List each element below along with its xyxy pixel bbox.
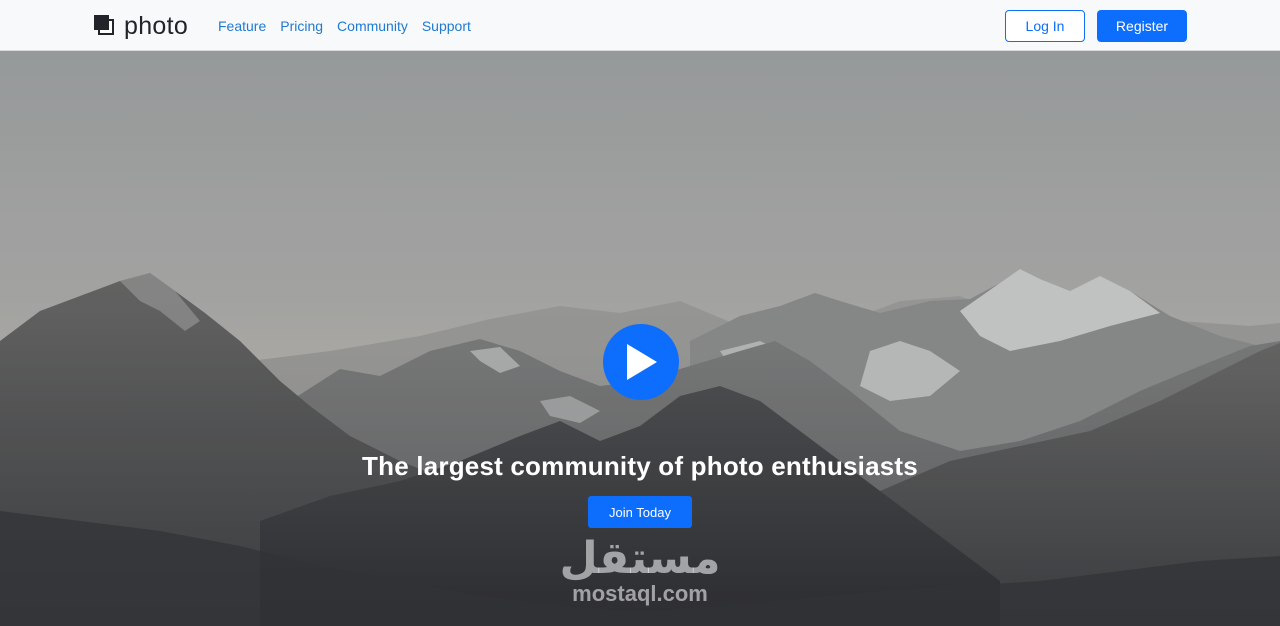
navbar: photo Feature Pricing Community Support … <box>0 0 1280 51</box>
watermark-latin: mostaql.com <box>572 581 708 606</box>
nav-link-community[interactable]: Community <box>337 18 408 34</box>
nav-link-support[interactable]: Support <box>422 18 471 34</box>
watermark: مستقل mostaql.com <box>540 536 740 606</box>
play-video-button[interactable] <box>603 324 679 400</box>
register-button[interactable]: Register <box>1097 10 1187 42</box>
nav-link-pricing[interactable]: Pricing <box>280 18 323 34</box>
hero-section: The largest community of photo enthusias… <box>0 51 1280 626</box>
join-today-button[interactable]: Join Today <box>588 496 692 528</box>
hero-title: The largest community of photo enthusias… <box>362 451 918 481</box>
watermark-arabic: مستقل <box>559 533 721 584</box>
brand-name: photo <box>124 12 189 40</box>
login-button[interactable]: Log In <box>1005 10 1085 42</box>
nav-links: Feature Pricing Community Support <box>218 18 471 34</box>
brand-logo[interactable]: photo <box>94 13 188 39</box>
nav-link-feature[interactable]: Feature <box>218 18 266 34</box>
logo-icon <box>94 15 116 37</box>
play-icon <box>627 344 657 380</box>
